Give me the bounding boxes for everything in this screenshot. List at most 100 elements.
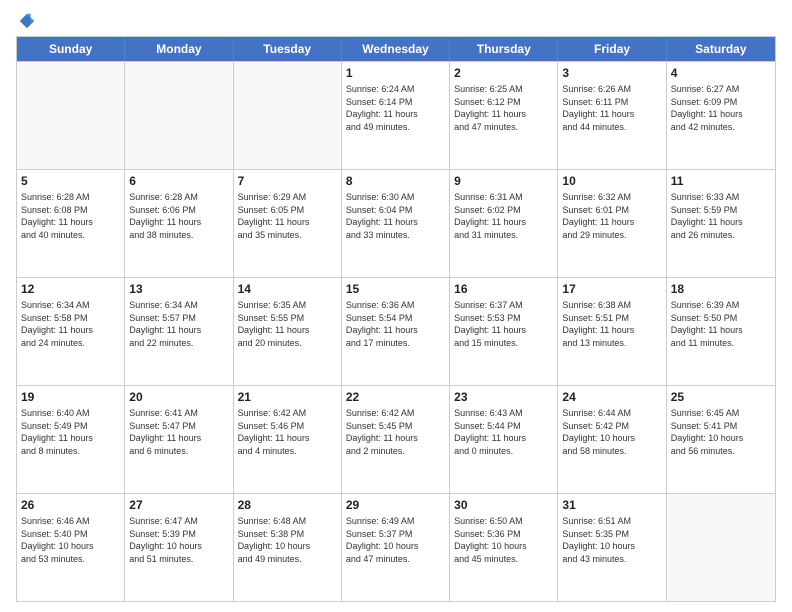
header-day-saturday: Saturday — [667, 37, 775, 61]
calendar-cell: 16 Sunrise: 6:37 AMSunset: 5:53 PMDayligh… — [450, 278, 558, 385]
calendar-row-3: 19Sunrise: 6:40 AMSunset: 5:49 PMDayligh… — [17, 385, 775, 493]
calendar-cell: 28 Sunrise: 6:48 AMSunset: 5:38 PMDayligh… — [234, 494, 342, 601]
cell-info: Sunrise: 6:49 AMSunset: 5:37 PMDaylight:… — [346, 515, 445, 565]
calendar-row-4: 26 Sunrise: 6:46 AMSunset: 5:40 PMDayligh… — [17, 493, 775, 601]
calendar-cell: 30 Sunrise: 6:50 AMSunset: 5:36 PMDayligh… — [450, 494, 558, 601]
logo — [16, 12, 36, 30]
cell-info: Sunrise: 6:45 AMSunset: 5:41 PMDaylight:… — [671, 407, 771, 457]
calendar-cell — [667, 494, 775, 601]
cell-info: Sunrise: 6:31 AMSunset: 6:02 PMDaylight:… — [454, 191, 553, 241]
logo-icon — [18, 12, 36, 30]
calendar-cell: 25Sunrise: 6:45 AMSunset: 5:41 PMDayligh… — [667, 386, 775, 493]
header-day-tuesday: Tuesday — [234, 37, 342, 61]
cell-date-number: 28 — [238, 497, 337, 513]
calendar-cell: 20 Sunrise: 6:41 AMSunset: 5:47 PMDayligh… — [125, 386, 233, 493]
cell-info: Sunrise: 6:24 AMSunset: 6:14 PMDaylight:… — [346, 83, 445, 133]
cell-info: Sunrise: 6:42 AMSunset: 5:45 PMDaylight:… — [346, 407, 445, 457]
cell-info: Sunrise: 6:41 AMSunset: 5:47 PMDaylight:… — [129, 407, 228, 457]
cell-date-number: 23 — [454, 389, 553, 405]
calendar-cell — [234, 62, 342, 169]
header-day-sunday: Sunday — [17, 37, 125, 61]
page: SundayMondayTuesdayWednesdayThursdayFrid… — [0, 0, 792, 612]
cell-info: Sunrise: 6:33 AMSunset: 5:59 PMDaylight:… — [671, 191, 771, 241]
cell-info: Sunrise: 6:36 AMSunset: 5:54 PMDaylight:… — [346, 299, 445, 349]
calendar-header: SundayMondayTuesdayWednesdayThursdayFrid… — [17, 37, 775, 61]
cell-date-number: 1 — [346, 65, 445, 81]
cell-info: Sunrise: 6:46 AMSunset: 5:40 PMDaylight:… — [21, 515, 120, 565]
cell-date-number: 26 — [21, 497, 120, 513]
cell-date-number: 9 — [454, 173, 553, 189]
calendar-cell: 11 Sunrise: 6:33 AMSunset: 5:59 PMDayligh… — [667, 170, 775, 277]
header-day-wednesday: Wednesday — [342, 37, 450, 61]
cell-info: Sunrise: 6:26 AMSunset: 6:11 PMDaylight:… — [562, 83, 661, 133]
cell-date-number: 31 — [562, 497, 661, 513]
cell-info: Sunrise: 6:48 AMSunset: 5:38 PMDaylight:… — [238, 515, 337, 565]
cell-info: Sunrise: 6:51 AMSunset: 5:35 PMDaylight:… — [562, 515, 661, 565]
calendar-cell: 14Sunrise: 6:35 AMSunset: 5:55 PMDayligh… — [234, 278, 342, 385]
cell-date-number: 16 — [454, 281, 553, 297]
cell-date-number: 22 — [346, 389, 445, 405]
cell-date-number: 15 — [346, 281, 445, 297]
calendar-cell: 8 Sunrise: 6:30 AMSunset: 6:04 PMDaylight… — [342, 170, 450, 277]
cell-info: Sunrise: 6:29 AMSunset: 6:05 PMDaylight:… — [238, 191, 337, 241]
cell-info: Sunrise: 6:25 AMSunset: 6:12 PMDaylight:… — [454, 83, 553, 133]
cell-date-number: 18 — [671, 281, 771, 297]
calendar-cell: 3Sunrise: 6:26 AMSunset: 6:11 PMDaylight… — [558, 62, 666, 169]
cell-info: Sunrise: 6:42 AMSunset: 5:46 PMDaylight:… — [238, 407, 337, 457]
calendar-cell: 21 Sunrise: 6:42 AMSunset: 5:46 PMDayligh… — [234, 386, 342, 493]
calendar-cell: 2 Sunrise: 6:25 AMSunset: 6:12 PMDaylight… — [450, 62, 558, 169]
cell-date-number: 19 — [21, 389, 120, 405]
header-day-thursday: Thursday — [450, 37, 558, 61]
calendar-cell: 17 Sunrise: 6:38 AMSunset: 5:51 PMDayligh… — [558, 278, 666, 385]
cell-info: Sunrise: 6:37 AMSunset: 5:53 PMDaylight:… — [454, 299, 553, 349]
header-day-friday: Friday — [558, 37, 666, 61]
calendar-cell: 24Sunrise: 6:44 AMSunset: 5:42 PMDayligh… — [558, 386, 666, 493]
calendar-cell: 19Sunrise: 6:40 AMSunset: 5:49 PMDayligh… — [17, 386, 125, 493]
calendar: SundayMondayTuesdayWednesdayThursdayFrid… — [16, 36, 776, 602]
cell-date-number: 11 — [671, 173, 771, 189]
calendar-cell: 12 Sunrise: 6:34 AMSunset: 5:58 PMDayligh… — [17, 278, 125, 385]
cell-info: Sunrise: 6:35 AMSunset: 5:55 PMDaylight:… — [238, 299, 337, 349]
cell-date-number: 20 — [129, 389, 228, 405]
calendar-cell: 23Sunrise: 6:43 AMSunset: 5:44 PMDayligh… — [450, 386, 558, 493]
calendar-cell: 31 Sunrise: 6:51 AMSunset: 5:35 PMDayligh… — [558, 494, 666, 601]
cell-info: Sunrise: 6:28 AMSunset: 6:06 PMDaylight:… — [129, 191, 228, 241]
cell-info: Sunrise: 6:28 AMSunset: 6:08 PMDaylight:… — [21, 191, 120, 241]
cell-date-number: 29 — [346, 497, 445, 513]
cell-date-number: 6 — [129, 173, 228, 189]
calendar-cell — [17, 62, 125, 169]
cell-date-number: 2 — [454, 65, 553, 81]
cell-date-number: 7 — [238, 173, 337, 189]
cell-date-number: 10 — [562, 173, 661, 189]
cell-info: Sunrise: 6:34 AMSunset: 5:58 PMDaylight:… — [21, 299, 120, 349]
cell-date-number: 17 — [562, 281, 661, 297]
calendar-cell: 15 Sunrise: 6:36 AMSunset: 5:54 PMDayligh… — [342, 278, 450, 385]
calendar-cell: 27Sunrise: 6:47 AMSunset: 5:39 PMDayligh… — [125, 494, 233, 601]
calendar-cell — [125, 62, 233, 169]
cell-info: Sunrise: 6:30 AMSunset: 6:04 PMDaylight:… — [346, 191, 445, 241]
cell-info: Sunrise: 6:50 AMSunset: 5:36 PMDaylight:… — [454, 515, 553, 565]
cell-info: Sunrise: 6:44 AMSunset: 5:42 PMDaylight:… — [562, 407, 661, 457]
cell-date-number: 30 — [454, 497, 553, 513]
cell-date-number: 5 — [21, 173, 120, 189]
calendar-cell: 18 Sunrise: 6:39 AMSunset: 5:50 PMDayligh… — [667, 278, 775, 385]
cell-info: Sunrise: 6:32 AMSunset: 6:01 PMDaylight:… — [562, 191, 661, 241]
calendar-row-2: 12 Sunrise: 6:34 AMSunset: 5:58 PMDayligh… — [17, 277, 775, 385]
cell-info: Sunrise: 6:27 AMSunset: 6:09 PMDaylight:… — [671, 83, 771, 133]
calendar-cell: 6 Sunrise: 6:28 AMSunset: 6:06 PMDaylight… — [125, 170, 233, 277]
cell-date-number: 4 — [671, 65, 771, 81]
calendar-cell: 1 Sunrise: 6:24 AMSunset: 6:14 PMDaylight… — [342, 62, 450, 169]
cell-info: Sunrise: 6:34 AMSunset: 5:57 PMDaylight:… — [129, 299, 228, 349]
cell-date-number: 8 — [346, 173, 445, 189]
calendar-cell: 7 Sunrise: 6:29 AMSunset: 6:05 PMDaylight… — [234, 170, 342, 277]
calendar-body: 1 Sunrise: 6:24 AMSunset: 6:14 PMDaylight… — [17, 61, 775, 601]
calendar-cell: 5 Sunrise: 6:28 AMSunset: 6:08 PMDaylight… — [17, 170, 125, 277]
cell-date-number: 12 — [21, 281, 120, 297]
cell-info: Sunrise: 6:39 AMSunset: 5:50 PMDaylight:… — [671, 299, 771, 349]
calendar-cell: 29 Sunrise: 6:49 AMSunset: 5:37 PMDayligh… — [342, 494, 450, 601]
calendar-cell: 10 Sunrise: 6:32 AMSunset: 6:01 PMDayligh… — [558, 170, 666, 277]
cell-date-number: 21 — [238, 389, 337, 405]
cell-info: Sunrise: 6:47 AMSunset: 5:39 PMDaylight:… — [129, 515, 228, 565]
cell-info: Sunrise: 6:38 AMSunset: 5:51 PMDaylight:… — [562, 299, 661, 349]
header-day-monday: Monday — [125, 37, 233, 61]
